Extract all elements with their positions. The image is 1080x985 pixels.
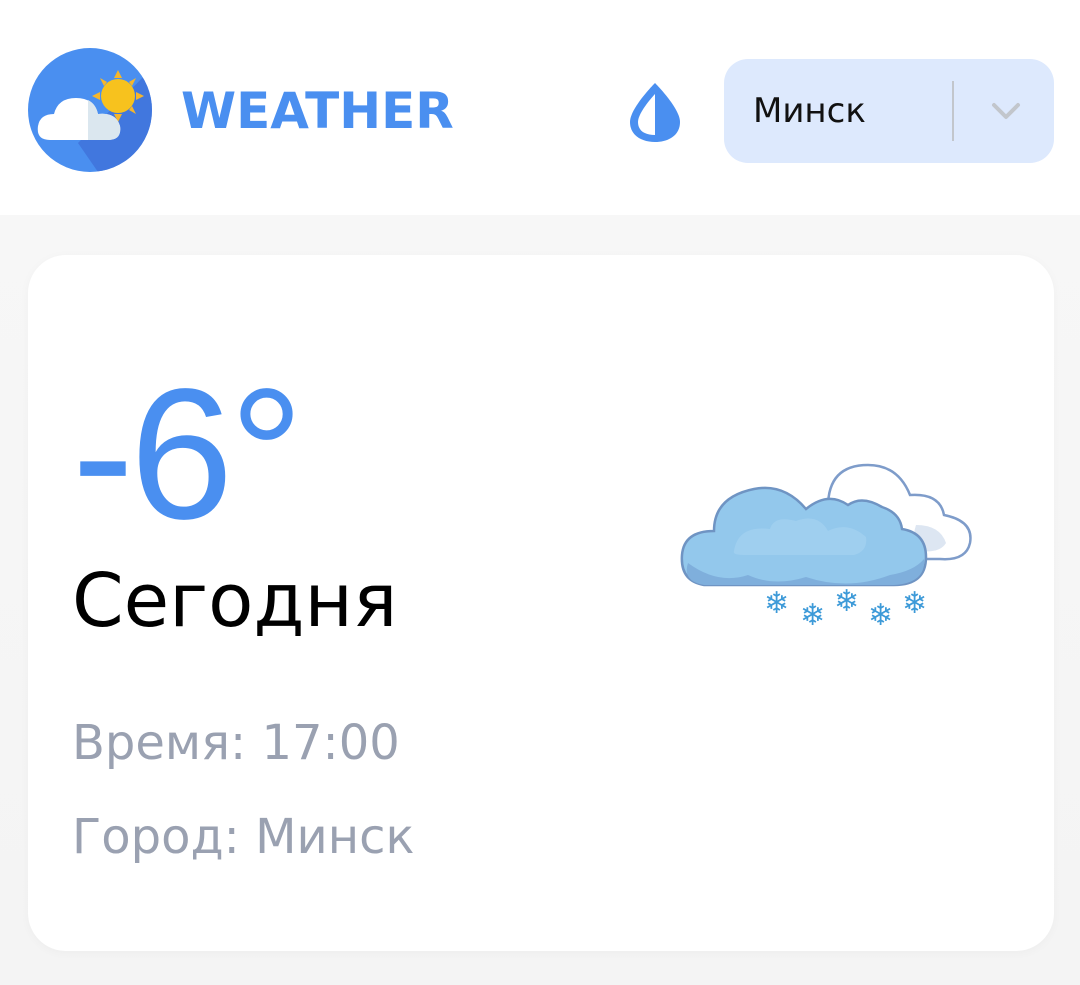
snowflake: ❄ [834, 584, 859, 619]
day-label: Сегодня [72, 558, 398, 644]
current-weather-card: -6° Сегодня Время: 17:00 Город: Минск ❄ … [28, 255, 1054, 951]
snowflake: ❄ [800, 598, 825, 633]
cloud-sun-logo-icon [28, 48, 152, 172]
droplet-icon[interactable] [624, 80, 686, 144]
snowflake: ❄ [868, 598, 893, 633]
time-info: Время: 17:00 [72, 715, 400, 771]
cloud-snow-icon: ❄ ❄ ❄ ❄ ❄ [680, 463, 972, 633]
select-divider [952, 81, 954, 141]
temperature: -6° [72, 351, 304, 558]
city-info: Город: Минск [72, 809, 415, 865]
header: WEATHER Минск [0, 0, 1080, 230]
app-title: WEATHER [181, 82, 454, 140]
snowflake: ❄ [902, 586, 927, 621]
city-select-value: Минск [753, 91, 866, 131]
snowflake: ❄ [764, 586, 789, 621]
chevron-down-icon[interactable] [986, 95, 1026, 127]
city-select[interactable]: Минск [724, 59, 1054, 163]
